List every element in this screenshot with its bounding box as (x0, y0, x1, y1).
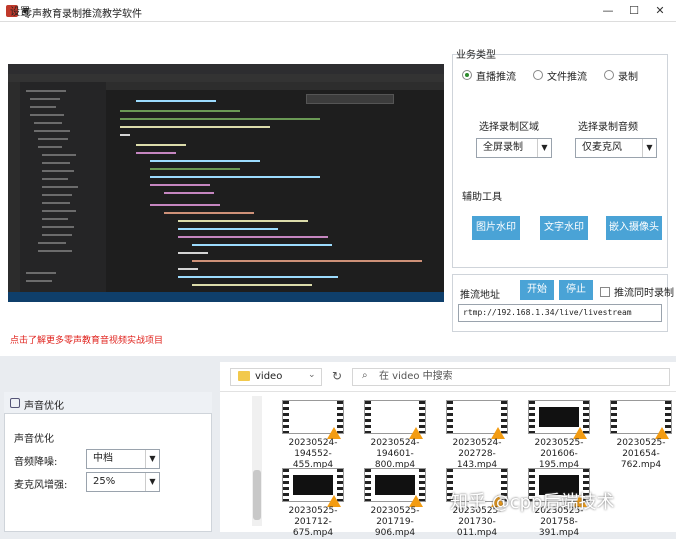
radio-dot[interactable] (462, 70, 472, 80)
sound-section-label: 声音优化 (14, 434, 54, 445)
preview-sidebar (20, 82, 106, 292)
video-thumbnail (282, 468, 344, 507)
maximize-button[interactable]: ☐ (621, 2, 647, 20)
preview-code-editor (106, 90, 444, 292)
mic-gain-label: 麦克风增强: (14, 480, 68, 491)
business-type-label: 业务类型 (456, 50, 496, 61)
video-thumbnail (528, 400, 590, 439)
video-file-tile[interactable]: 20230525-201654-762.mp4 (604, 396, 676, 470)
preview-taskbar (8, 292, 444, 302)
video-file-tile[interactable]: 20230525-201606-195.mp4 (522, 396, 596, 470)
stop-button[interactable]: 停止 (559, 280, 593, 300)
stream-url-input[interactable]: rtmp://192.168.1.34/live/livestream (458, 304, 662, 322)
folder-icon (238, 371, 250, 381)
radio-dot[interactable] (533, 70, 543, 80)
radio-label: 直播推流 (476, 71, 516, 83)
video-file-tile[interactable]: 20230524-194601-800.mp4 (358, 396, 432, 470)
video-file-tile[interactable]: 20230525-201712-675.mp4 (276, 464, 350, 538)
minimize-button[interactable]: — (595, 2, 621, 20)
chevron-down-icon[interactable]: ▼ (145, 473, 159, 491)
sound-panel-title: 声音优化 (24, 401, 64, 412)
radio-record[interactable]: 录制 (604, 68, 638, 83)
video-file-tile[interactable]: 20230525-201719-906.mp4 (358, 464, 432, 538)
checkbox-label: 推流同时录制 (614, 288, 674, 299)
region-select-value: 全屏录制 (483, 142, 523, 153)
window-icon (10, 398, 20, 408)
screen-preview (8, 64, 444, 302)
start-button[interactable]: 开始 (520, 280, 554, 300)
embed-camera-button[interactable]: 嵌入摄像头 (606, 216, 662, 240)
close-button[interactable]: ✕ (647, 2, 673, 20)
file-name: 20230525-201654-762.mp4 (616, 438, 666, 470)
chevron-down-icon[interactable]: ▼ (642, 139, 656, 157)
preview-tabs (106, 82, 444, 90)
tools-label: 辅助工具 (462, 192, 502, 203)
stream-url-label: 推流地址 (460, 290, 500, 301)
region-select[interactable]: 全屏录制 ▼ (476, 138, 552, 158)
menu-settings[interactable]: 设置 (10, 3, 30, 18)
scrollbar-thumb[interactable] (253, 470, 261, 520)
preview-titlebar (8, 64, 444, 74)
video-file-tile[interactable]: 20230524-202728-143.mp4 (440, 396, 514, 470)
video-thumbnail (446, 400, 508, 439)
refresh-icon[interactable]: ↻ (332, 369, 342, 383)
video-file-tile[interactable]: 20230524-194552-455.mp4 (276, 396, 350, 470)
video-thumbnail (364, 468, 426, 507)
video-thumbnail (364, 400, 426, 439)
audio-label: 选择录制音频 (578, 122, 638, 133)
checkbox-box[interactable] (600, 286, 610, 297)
audio-select-value: 仅麦克风 (582, 142, 622, 153)
chevron-down-icon[interactable]: ⌄ (308, 370, 316, 380)
radio-label: 录制 (618, 71, 638, 83)
noise-reduction-label: 音频降噪: (14, 457, 58, 468)
noise-reduction-select[interactable]: 中档 ▼ (86, 449, 160, 469)
image-watermark-button[interactable]: 图片水印 (472, 216, 520, 240)
search-icon: ⌕ (362, 370, 368, 381)
noise-reduction-value: 中档 (93, 453, 113, 464)
window-title: 零声教育录制推流教学软件 (22, 9, 142, 20)
preview-activity-bar (8, 82, 20, 292)
file-name: 20230525-201719-906.mp4 (370, 506, 420, 538)
chevron-down-icon[interactable]: ▼ (145, 450, 159, 468)
promo-link[interactable]: 点击了解更多零声教育音视频实战项目 (10, 333, 163, 346)
watermark-text: 知乎 @cpp后端技术 (450, 492, 615, 513)
radio-live-push[interactable]: 直播推流 (462, 68, 516, 83)
radio-file-push[interactable]: 文件推流 (533, 68, 587, 83)
audio-select[interactable]: 仅麦克风 ▼ (575, 138, 657, 158)
mic-gain-value: 25% (93, 476, 116, 487)
region-label: 选择录制区域 (479, 122, 539, 133)
explorer-search-input[interactable]: 在 video 中搜索 (352, 368, 670, 386)
video-thumbnail (282, 400, 344, 439)
record-while-streaming-checkbox[interactable]: 推流同时录制 (600, 284, 674, 299)
preview-menubar (8, 74, 444, 82)
radio-label: 文件推流 (547, 71, 587, 83)
mic-gain-select[interactable]: 25% ▼ (86, 472, 160, 492)
video-thumbnail (610, 400, 672, 439)
preview-find-widget (306, 94, 394, 104)
menu-bar (0, 22, 676, 40)
text-watermark-button[interactable]: 文字水印 (540, 216, 588, 240)
radio-dot[interactable] (604, 70, 614, 80)
file-name: 20230525-201712-675.mp4 (288, 506, 338, 538)
chevron-down-icon[interactable]: ▼ (537, 139, 551, 157)
